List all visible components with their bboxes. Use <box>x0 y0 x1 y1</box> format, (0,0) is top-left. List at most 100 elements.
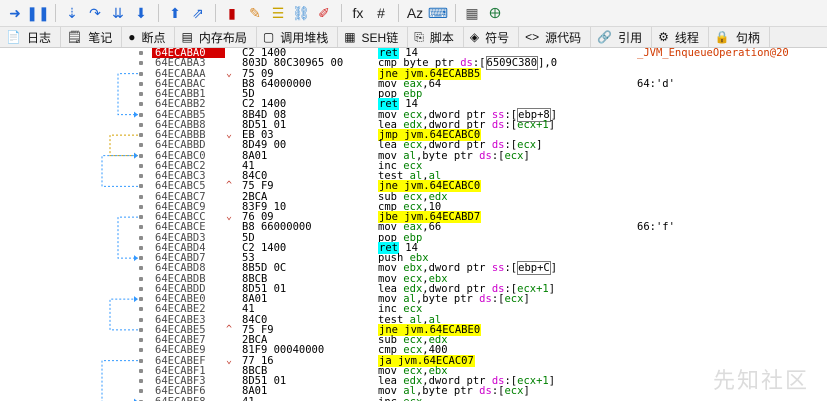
gutter-marker[interactable] <box>139 286 143 291</box>
asm-token: ecx <box>504 293 524 305</box>
gutter-marker[interactable] <box>139 327 143 332</box>
bytes-cell: 8A01 <box>242 385 268 398</box>
gutter-marker[interactable] <box>139 358 143 363</box>
gutter-marker[interactable] <box>139 225 143 230</box>
address-cell: 64ECABE2 <box>155 303 206 316</box>
tab-label: 断点 <box>141 30 166 45</box>
trace-into-icon[interactable]: ⇊ <box>107 2 129 24</box>
disasm-row[interactable]: 64ECABA3 803D 80C30965 00 cmp byte ptr ds:… <box>0 56 827 71</box>
toolbar-separator <box>455 4 456 22</box>
gutter-marker[interactable] <box>139 348 143 353</box>
gutter-marker[interactable] <box>139 71 143 76</box>
address-cell: 64ECABF6 <box>155 385 206 398</box>
gutter-marker[interactable] <box>139 266 143 271</box>
asm-token: ,byte ptr <box>415 293 480 305</box>
execute-till-return-icon[interactable]: ⬆ <box>164 2 186 24</box>
tab-script[interactable]: ⎘ 脚本 <box>408 27 464 47</box>
tab-symbols[interactable]: ◈ 符号 <box>464 27 520 47</box>
tab-threads[interactable]: ⚙ 线程 <box>652 27 709 47</box>
bookmark-icon[interactable]: ☰ <box>267 2 289 24</box>
bytes-cell: 8B5D 0C <box>242 262 287 275</box>
memory-map-icon: ▤ <box>181 30 193 44</box>
gutter-marker[interactable] <box>139 338 143 342</box>
gutter-marker[interactable] <box>139 163 143 168</box>
asm-token: ,64 <box>422 77 442 90</box>
tab-label: 源代码 <box>545 30 582 45</box>
jump-up-icon: ^ <box>226 323 233 335</box>
gutter-marker[interactable] <box>139 235 143 240</box>
tab-source[interactable]: <> 源代码 <box>519 27 592 47</box>
asm-token: ,byte ptr <box>415 149 480 162</box>
gutter-marker[interactable] <box>139 102 143 107</box>
tab-handles[interactable]: 🔒 句柄 <box>709 27 770 47</box>
asm-token: ds <box>479 293 492 305</box>
gutter-marker[interactable] <box>139 133 143 137</box>
debugger-toolbar: ➜ ❚❚ ⇣ ↷ ⇊ ⬇ ⬆ ⇗ ▮ ✎ ☰ ⛓ ✐ fx # Aᴢ ⌨ ▦ 🜨 <box>0 0 827 27</box>
gutter-marker[interactable] <box>139 379 143 383</box>
patches-icon[interactable]: ▮ <box>221 2 243 24</box>
run-to-user-code-icon[interactable]: ⇗ <box>187 2 209 24</box>
script-icon[interactable]: ⌨ <box>427 2 449 24</box>
bytes-cell: B8 66000000 <box>242 221 312 234</box>
gutter-marker[interactable] <box>139 245 143 250</box>
gutter-marker[interactable] <box>139 204 143 209</box>
tab-call-stack[interactable]: ▢ 调用堆栈 <box>257 27 339 47</box>
tab-label: 内存布局 <box>198 30 247 45</box>
gutter-marker[interactable] <box>139 389 143 394</box>
toolbar-separator <box>158 4 159 22</box>
comment-cell: 64:'d' <box>637 77 675 90</box>
gutter-marker[interactable] <box>139 51 143 55</box>
trace-over-icon[interactable]: ⬇ <box>130 2 152 24</box>
jump-down-icon: ⌄ <box>226 354 233 366</box>
tab-memory-map[interactable]: ▤ 内存布局 <box>175 27 257 47</box>
tab-seh-chain[interactable]: ▦ SEH链 <box>338 27 409 47</box>
gutter-marker[interactable] <box>139 122 143 127</box>
step-into-icon[interactable]: ⇣ <box>61 2 83 24</box>
step-over-icon[interactable]: ↷ <box>84 2 106 24</box>
tab-references[interactable]: 🔗 引用 <box>591 27 653 47</box>
function-icon[interactable]: fx <box>347 2 369 24</box>
font-icon[interactable]: Aᴢ <box>404 2 426 24</box>
gutter-marker[interactable] <box>139 92 143 96</box>
jump-down-icon: ⌄ <box>226 129 233 140</box>
gutter-marker[interactable] <box>139 174 143 178</box>
tab-breakpoints[interactable]: ● 断点 <box>122 27 176 47</box>
gutter-marker[interactable] <box>139 184 143 189</box>
asm-token: ds <box>479 385 492 398</box>
toolbar-separator <box>215 4 216 22</box>
address-cell: 64ECABF8 <box>155 396 225 401</box>
asm-token: ],0 <box>538 57 558 70</box>
globe-icon[interactable]: 🜨 <box>484 2 506 24</box>
gutter-marker[interactable] <box>139 61 143 66</box>
gutter-marker[interactable] <box>139 112 143 117</box>
run-to-cursor-icon[interactable]: ➜ <box>4 2 26 24</box>
asm-token: ecx <box>504 385 524 398</box>
gutter-marker[interactable] <box>139 81 143 86</box>
gutter-marker[interactable] <box>139 368 143 373</box>
label-icon[interactable]: ✐ <box>313 2 335 24</box>
gutter-marker[interactable] <box>139 256 143 260</box>
asm-token: :[ <box>504 118 518 131</box>
disasm-row[interactable]: 64ECABF8 41 inc ecx <box>0 396 827 401</box>
tab-notes[interactable]: 🗒 笔记 <box>61 27 123 47</box>
gutter-marker[interactable] <box>139 297 143 301</box>
toolbar-separator <box>341 4 342 22</box>
address-cell: 64ECABB2 <box>155 98 206 111</box>
disassembly-view[interactable]: 64ECABA0 C2 1400 ret 14 _JVM_EnqueueOperati… <box>0 48 827 401</box>
hash-icon[interactable]: # <box>370 2 392 24</box>
gutter-marker[interactable] <box>139 317 143 322</box>
pencil-icon[interactable]: ✎ <box>244 2 266 24</box>
gutter-marker[interactable] <box>139 153 143 158</box>
calculator-icon[interactable]: ▦ <box>461 2 483 24</box>
hardware-breakpoint-icon[interactable]: ⛓ <box>290 2 312 24</box>
tab-log[interactable]: 📄 日志 <box>0 27 61 47</box>
bytes-cell: 75 F9 <box>242 180 274 193</box>
gutter-marker[interactable] <box>139 194 143 199</box>
gutter-marker[interactable] <box>139 276 143 281</box>
gutter-marker[interactable] <box>139 143 143 148</box>
gutter-marker[interactable] <box>139 215 143 219</box>
tab-label: 日志 <box>26 30 51 45</box>
gutter-marker[interactable] <box>139 307 143 312</box>
pause-icon[interactable]: ❚❚ <box>26 2 49 24</box>
disasm-row[interactable]: 64ECABE9 81F9 00040000 cmp ecx,400 <box>0 345 827 356</box>
